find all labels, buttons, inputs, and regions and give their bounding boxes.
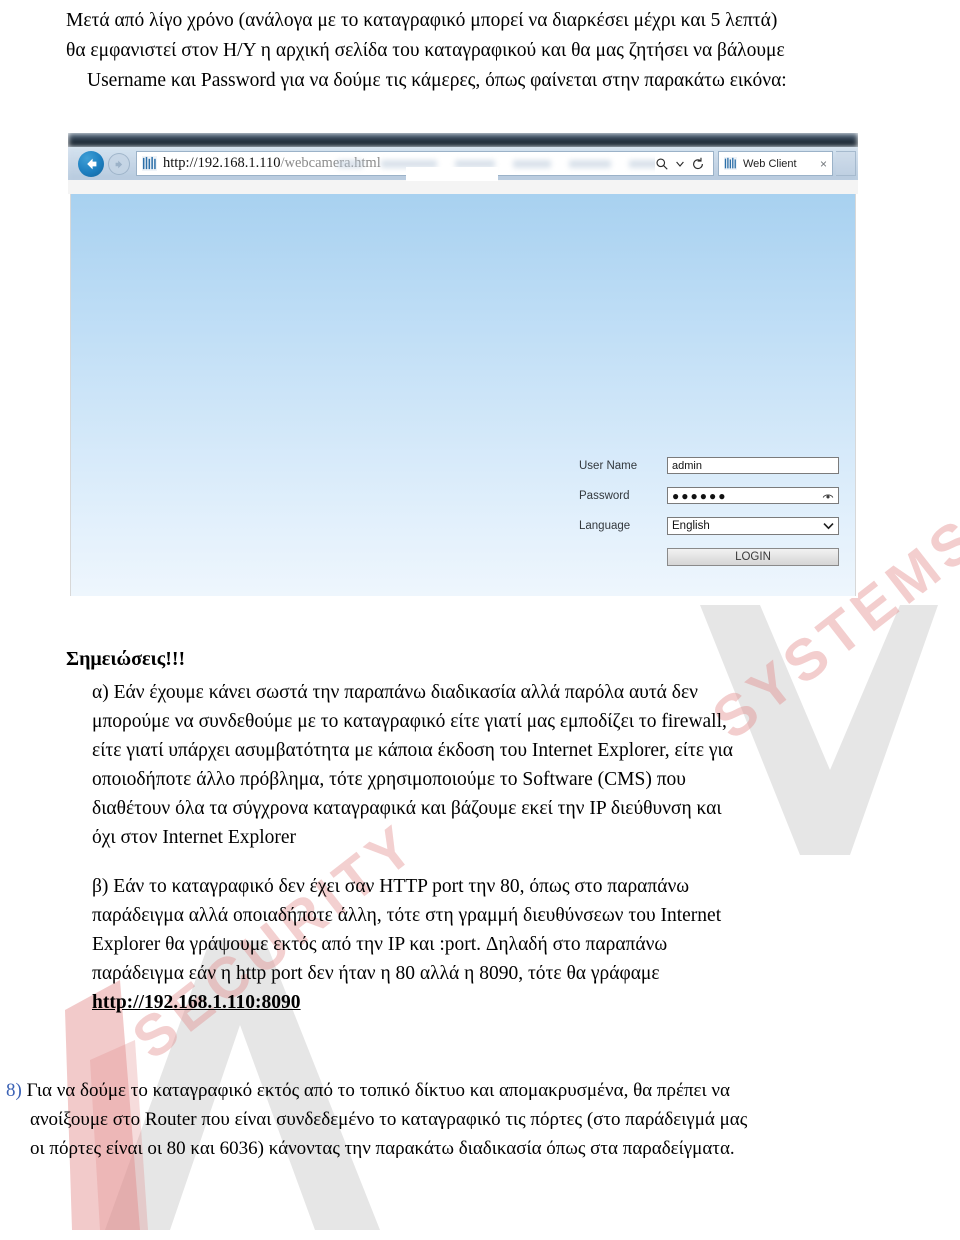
username-row: User Name admin <box>579 457 839 474</box>
address-bar-actions <box>655 152 709 175</box>
notes-heading: Σημειώσεις!!! <box>66 648 186 670</box>
step-8-number: 8) <box>6 1080 22 1101</box>
login-form: User Name admin Password ●●●●●● Language… <box>579 457 839 566</box>
login-button[interactable]: LOGIN <box>667 548 839 566</box>
step-8-paragraph: 8) Για να δούμε το καταγραφικό εκτός από… <box>6 1076 946 1163</box>
refresh-icon[interactable] <box>691 157 705 171</box>
password-input[interactable]: ●●●●●● <box>667 487 839 504</box>
favorites-blurred-items <box>337 154 707 174</box>
intro-line-3: Username και Password για να δούμε τις κ… <box>87 70 787 91</box>
password-label: Password <box>579 489 630 502</box>
username-label: User Name <box>579 459 638 472</box>
chevron-down-icon[interactable] <box>676 160 684 168</box>
note-a-line-2: μπορούμε να συνδεθούμε με το καταγραφικό… <box>92 711 727 732</box>
intro-line-2: θα εμφανιστεί στον Η/Υ η αρχική σελίδα τ… <box>66 40 785 61</box>
back-button[interactable] <box>78 151 104 177</box>
note-b-line-4: παράδειγμα εάν η http port δεν ήταν η 80… <box>92 963 660 984</box>
note-a-paragraph: α) Εάν έχουμε κάνει σωστά την παραπάνω δ… <box>92 678 892 852</box>
forward-button[interactable] <box>108 153 130 175</box>
step-8-line-3: οι πόρτες είναι οι 80 και 6036) κάνοντας… <box>30 1138 735 1159</box>
note-b-url: http://192.168.1.110:8090 <box>92 992 301 1013</box>
password-row: Password ●●●●●● <box>579 487 839 504</box>
note-a-line-6: όχι στον Internet Explorer <box>92 827 297 848</box>
browser-tab-web-client[interactable]: Web Client × <box>718 151 833 176</box>
tab-label: Web Client <box>743 157 797 170</box>
note-a-line-4: οποιοδήποτε άλλο πρόβλημα, τότε χρησιμοπ… <box>92 769 686 790</box>
note-b-paragraph: β) Εάν το καταγραφικό δεν έχει σαν HTTP … <box>92 872 892 1017</box>
intro-line-1: Μετά από λίγο χρόνο (ανάλογα με το καταγ… <box>66 10 778 31</box>
browser-toolbar-gap <box>68 167 858 194</box>
language-value: English <box>672 520 710 532</box>
intro-paragraph: Μετά από λίγο χρόνο (ανάλογα με το καταγ… <box>66 6 896 96</box>
step-8-line-2: ανοίξουμε στο Router που είναι συνδεδεμέ… <box>30 1109 748 1130</box>
site-favicon-icon <box>142 156 157 171</box>
username-value: admin <box>672 459 702 472</box>
username-input[interactable]: admin <box>667 457 839 474</box>
new-tab-button[interactable] <box>836 151 856 176</box>
password-value: ●●●●●● <box>672 488 728 503</box>
note-b-line-2: παράδειγμα αλλά οποιαδήποτε άλλη, τότε σ… <box>92 905 722 926</box>
note-a-line-3: είτε γιατί υπάρχει ασυμβατότητα με κάποι… <box>92 740 733 761</box>
chevron-down-icon <box>823 523 834 530</box>
search-icon[interactable] <box>655 157 669 171</box>
language-row: Language English <box>579 517 839 535</box>
note-b-line-3: Explorer θα γράψουμε εκτός από την IP κα… <box>92 934 668 955</box>
note-b-line-1: β) Εάν το καταγραφικό δεν έχει σαν HTTP … <box>92 876 690 897</box>
login-button-row: LOGIN <box>579 548 839 566</box>
language-select[interactable]: English <box>667 517 839 535</box>
step-8-line-1: Για να δούμε το καταγραφικό εκτός από το… <box>21 1080 730 1101</box>
arrow-right-icon <box>115 160 122 168</box>
tab-favicon-icon <box>724 157 737 170</box>
browser-screenshot-figure: http://192.168.1.110/webcamera.html Web … <box>68 133 858 598</box>
address-host: http://192.168.1.110 <box>163 155 281 171</box>
close-icon[interactable]: × <box>820 157 827 171</box>
web-client-page: User Name admin Password ●●●●●● Language… <box>70 194 856 596</box>
arrow-left-icon <box>87 158 97 170</box>
note-a-line-1: α) Εάν έχουμε κάνει σωστά την παραπάνω δ… <box>92 682 698 703</box>
language-label: Language <box>579 520 631 532</box>
note-a-line-5: διαθέτουν όλα τα σύγχρονα καταγραφικά κα… <box>92 798 722 819</box>
reveal-password-icon[interactable] <box>822 490 834 502</box>
